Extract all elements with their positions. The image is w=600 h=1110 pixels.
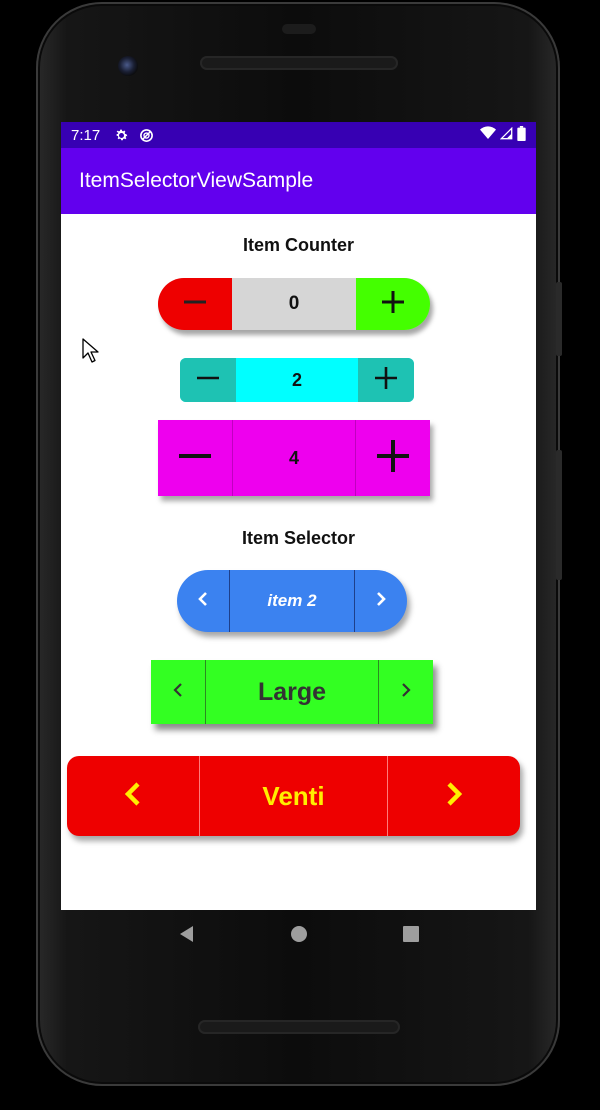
minus-icon: [181, 288, 209, 321]
selected-item: Large: [205, 660, 379, 724]
increment-button[interactable]: [358, 358, 414, 402]
recents-icon[interactable]: [402, 925, 419, 947]
chevron-left-icon: [170, 681, 186, 704]
bottom-speaker: [198, 1020, 400, 1034]
chevron-right-icon: [373, 590, 389, 613]
item-selector-2: Large: [151, 660, 433, 724]
top-speaker: [200, 56, 398, 70]
minus-icon: [195, 365, 221, 396]
selected-item: Venti: [199, 756, 388, 836]
navigation-bar: [61, 910, 536, 962]
item-counter-3: 4: [158, 420, 430, 496]
plus-icon: [375, 438, 411, 479]
decrement-button[interactable]: [158, 278, 232, 330]
earpiece-sensor: [282, 24, 316, 34]
counter-value: 4: [232, 420, 356, 496]
back-icon[interactable]: [178, 925, 196, 948]
decrement-button[interactable]: [158, 420, 232, 496]
app-screen: 7:17 ItemSelectorViewSample Item Counter: [61, 122, 536, 910]
power-button: [556, 282, 562, 356]
decrement-button[interactable]: [180, 358, 236, 402]
item-selector-1: item 2: [177, 570, 407, 632]
wifi-icon: [480, 126, 496, 144]
battery-icon: [517, 125, 526, 145]
status-bar: 7:17: [61, 122, 536, 148]
next-button[interactable]: [379, 660, 433, 724]
no-disturb-icon: [139, 128, 154, 143]
chevron-right-icon: [443, 780, 465, 813]
next-button[interactable]: [388, 756, 520, 836]
chevron-left-icon: [122, 780, 144, 813]
increment-button[interactable]: [356, 278, 430, 330]
mouse-pointer-icon: [82, 338, 100, 369]
front-camera-icon: [118, 56, 138, 76]
chevron-right-icon: [398, 681, 414, 704]
item-selector-3: Venti: [67, 756, 520, 836]
previous-button[interactable]: [151, 660, 205, 724]
minus-icon: [177, 438, 213, 479]
counter-value: 0: [232, 278, 356, 330]
gear-icon: [114, 128, 129, 143]
plus-icon: [373, 365, 399, 396]
volume-button: [556, 450, 562, 580]
item-counter-title: Item Counter: [242, 235, 354, 255]
item-counter-2: 2: [180, 358, 414, 402]
app-title: ItemSelectorViewSample: [79, 169, 314, 192]
home-icon[interactable]: [290, 925, 308, 948]
item-counter-1: 0: [158, 278, 430, 330]
counter-value: 2: [236, 358, 358, 402]
selected-item: item 2: [229, 570, 355, 632]
plus-icon: [379, 288, 407, 321]
chevron-left-icon: [195, 590, 211, 613]
signal-icon: [499, 126, 513, 144]
next-button[interactable]: [355, 570, 407, 632]
item-selector-title: Item Selector: [241, 528, 356, 548]
app-bar: ItemSelectorViewSample: [61, 148, 536, 214]
previous-button[interactable]: [67, 756, 199, 836]
increment-button[interactable]: [356, 420, 430, 496]
previous-button[interactable]: [177, 570, 229, 632]
status-time: 7:17: [71, 126, 101, 144]
